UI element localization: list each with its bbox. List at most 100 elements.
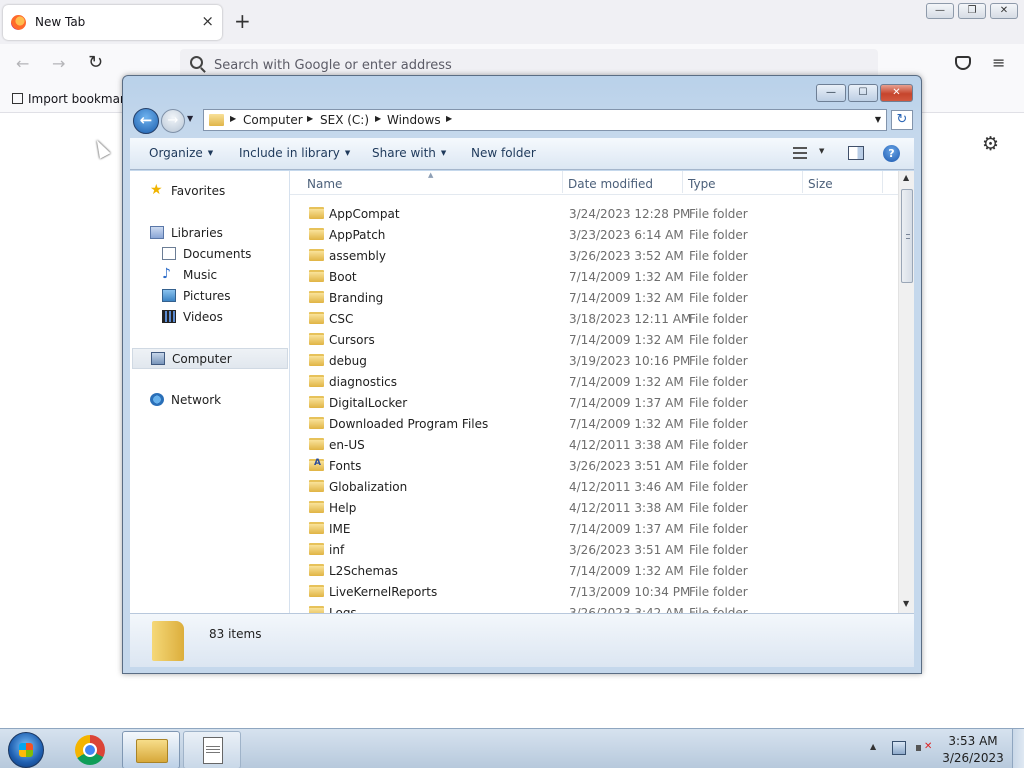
start-button[interactable] [8,732,44,768]
table-row[interactable]: Help 4/12/2011 3:38 AM File folder [290,497,898,518]
browser-minimize-button[interactable]: — [926,3,954,19]
column-header-type[interactable]: Type [688,177,716,191]
nav-item-pictures[interactable]: Pictures [162,286,282,306]
table-row[interactable]: Downloaded Program Files 7/14/2009 1:32 A… [290,413,898,434]
table-row[interactable]: en-US 4/12/2011 3:38 AM File folder [290,434,898,455]
browser-restore-button[interactable]: ❐ [958,3,986,19]
taskbar-explorer-button[interactable] [122,731,180,768]
network-status-icon[interactable] [892,741,906,755]
explorer-minimize-button[interactable]: — [816,84,846,102]
show-desktop-button[interactable] [1012,729,1024,768]
file-name: en-US [329,438,365,452]
back-button[interactable]: ← [133,108,159,134]
table-row[interactable]: Cursors 7/14/2009 1:32 AM File folder [290,329,898,350]
table-row[interactable]: IME 7/14/2009 1:37 AM File folder [290,518,898,539]
organize-label: Organize [149,146,203,160]
table-row[interactable]: AppPatch 3/23/2023 6:14 AM File folder [290,224,898,245]
table-row[interactable]: Boot 7/14/2009 1:32 AM File folder [290,266,898,287]
change-view-icon[interactable] [793,147,807,159]
nav-label: Documents [183,247,252,261]
table-row[interactable]: AppCompat 3/24/2023 12:28 PM File folder [290,203,898,224]
tab-close-icon[interactable]: × [201,12,214,30]
new-folder-button[interactable]: New folder [471,146,536,160]
file-name: DigitalLocker [329,396,408,410]
table-row[interactable]: Logs 3/26/2023 3:42 AM File folder [290,602,898,613]
breadcrumb-computer[interactable]: Computer [243,113,303,127]
table-row[interactable]: Fonts 3/26/2023 3:51 AM File folder [290,455,898,476]
column-header-date-modified[interactable]: Date modified [568,177,653,191]
table-row[interactable]: Globalization 4/12/2011 3:46 AM File folde… [290,476,898,497]
file-date-modified: 4/12/2011 3:38 AM [569,501,684,515]
file-explorer-icon [136,739,168,763]
file-date-modified: 7/14/2009 1:32 AM [569,564,684,578]
folder-icon [309,291,324,303]
address-dropdown-icon[interactable]: ▼ [875,115,881,124]
vertical-scrollbar[interactable]: ▲ ▼ [898,171,914,613]
nav-item-computer[interactable]: Computer [132,348,288,369]
file-type: File folder [689,417,748,431]
recent-pages-dropdown[interactable]: ▼ [187,114,193,123]
table-row[interactable]: LiveKernelReports 7/13/2009 10:34 PM File … [290,581,898,602]
scrollbar-thumb[interactable] [901,189,913,283]
column-divider[interactable] [682,171,683,193]
breadcrumb-separator[interactable]: ▶ [230,114,236,123]
file-type: File folder [689,543,748,557]
table-row[interactable]: Branding 7/14/2009 1:32 AM File folder [290,287,898,308]
view-options-dropdown[interactable]: ▼ [819,147,824,155]
browser-close-button[interactable]: ✕ [990,3,1018,19]
breadcrumb-drive-c[interactable]: SEX (C:) [320,113,369,127]
file-name: AppPatch [329,228,386,242]
share-with-label: Share with [372,146,436,160]
nav-item-libraries[interactable]: Libraries [150,223,280,243]
explorer-close-button[interactable]: ✕ [880,84,913,102]
new-tab-button[interactable]: + [234,9,251,33]
table-row[interactable]: L2Schemas 7/14/2009 1:32 AM File folder [290,560,898,581]
table-row[interactable]: debug 3/19/2023 10:16 PM File folder [290,350,898,371]
system-clock[interactable]: 3:53 AM 3/26/2023 [940,733,1006,767]
scroll-down-arrow-icon[interactable]: ▼ [903,599,909,608]
column-divider[interactable] [562,171,563,193]
forward-button[interactable]: → [161,109,185,133]
gear-icon[interactable]: ⚙ [982,133,999,155]
column-divider[interactable] [882,171,883,193]
column-header-name[interactable]: Name [307,177,342,191]
show-hidden-icons-button[interactable]: ▲ [870,742,876,751]
table-row[interactable]: diagnostics 7/14/2009 1:32 AM File folder [290,371,898,392]
url-input[interactable] [214,55,854,75]
volume-muted-icon[interactable] [916,741,932,755]
breadcrumb-separator[interactable]: ▶ [307,114,313,123]
reload-icon[interactable]: ↻ [88,52,103,73]
nav-item-music[interactable]: ♪ Music [162,265,282,285]
organize-button[interactable]: Organize ▼ [149,146,213,160]
table-row[interactable]: CSC 3/18/2023 12:11 AM File folder [290,308,898,329]
breadcrumb-windows[interactable]: Windows [387,113,441,127]
column-header-size[interactable]: Size [808,177,833,191]
breadcrumb-separator[interactable]: ▶ [446,114,452,123]
browser-tab-new-tab[interactable]: New Tab × [3,5,222,40]
scroll-up-arrow-icon[interactable]: ▲ [903,173,909,182]
nav-item-videos[interactable]: Videos [162,307,282,327]
include-in-library-button[interactable]: Include in library ▼ [239,146,350,160]
table-row[interactable]: assembly 3/26/2023 3:52 AM File folder [290,245,898,266]
help-icon[interactable]: ? [883,145,900,162]
column-divider[interactable] [802,171,803,193]
table-row[interactable]: DigitalLocker 7/14/2009 1:37 AM File folde… [290,392,898,413]
address-bar[interactable]: ▶ Computer ▶ SEX (C:) ▶ Windows ▶ ▼ [203,109,887,131]
taskbar-chrome-button[interactable] [62,731,120,768]
share-with-button[interactable]: Share with ▼ [372,146,446,160]
forward-arrow-icon[interactable]: → [52,54,65,73]
hamburger-menu-icon[interactable]: ≡ [992,53,1005,72]
back-arrow-icon[interactable]: ← [16,54,29,73]
music-icon: ♪ [162,266,171,282]
taskbar-notepad-button[interactable] [183,731,241,768]
nav-item-favorites[interactable]: ★ Favorites [150,181,280,201]
explorer-maximize-button[interactable]: ☐ [848,84,878,102]
table-row[interactable]: inf 3/26/2023 3:51 AM File folder [290,539,898,560]
nav-item-network[interactable]: Network [150,390,280,410]
file-type: File folder [689,228,748,242]
preview-pane-icon[interactable] [848,146,864,160]
nav-item-documents[interactable]: Documents [162,244,282,264]
pocket-icon[interactable] [955,56,971,70]
breadcrumb-separator[interactable]: ▶ [375,114,381,123]
refresh-button[interactable]: ↻ [891,110,913,130]
